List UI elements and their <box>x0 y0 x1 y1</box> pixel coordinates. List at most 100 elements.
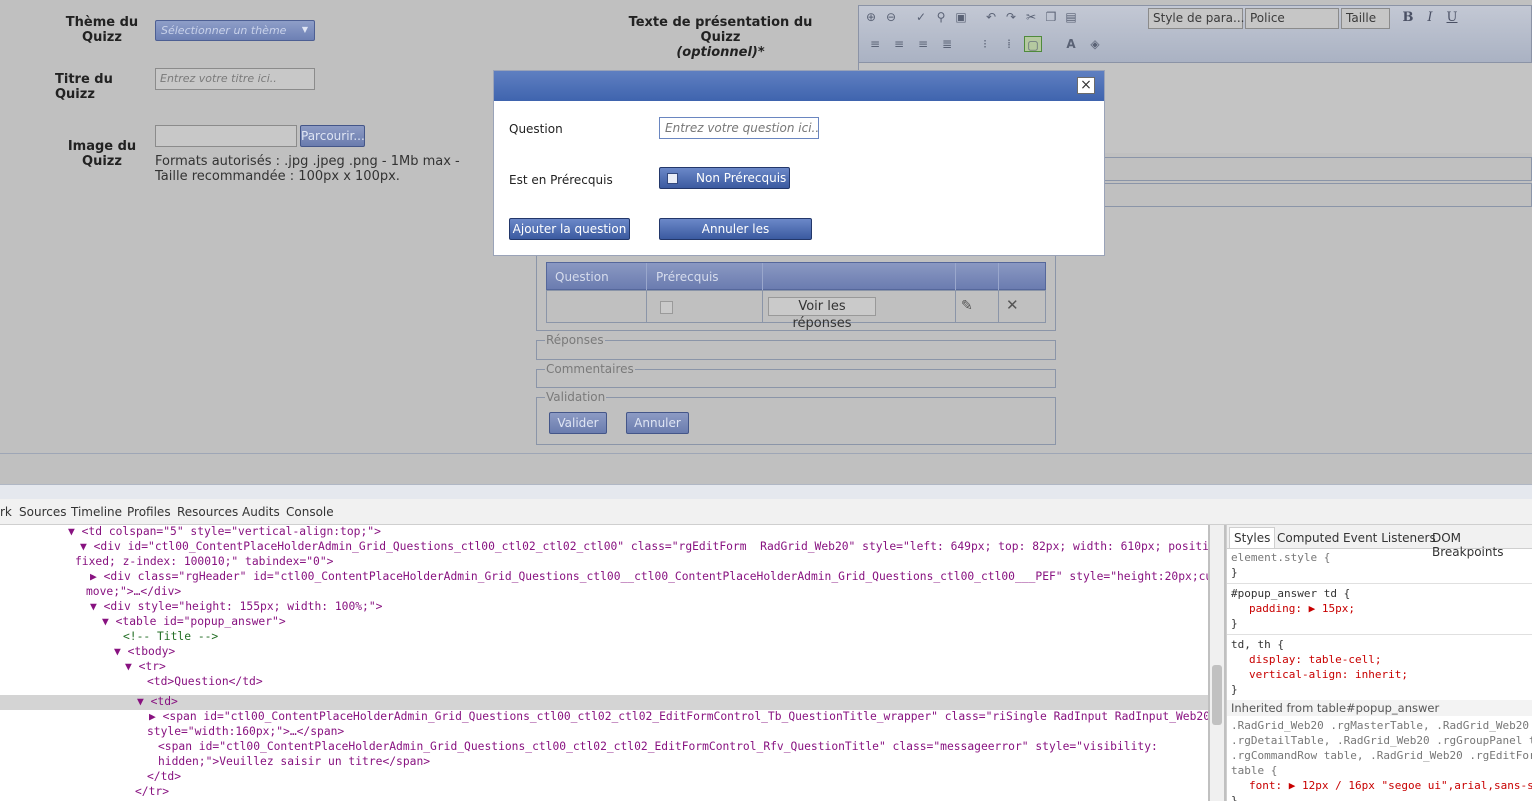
undo-icon[interactable]: ↶ <box>982 9 1000 25</box>
code-line: style="width:160px;">…</span> <box>147 725 345 738</box>
font-dropdown[interactable]: Police <box>1245 8 1339 29</box>
code-line[interactable]: <tr> <box>139 660 166 673</box>
style-separator <box>1227 583 1532 584</box>
align-center-icon[interactable]: ≡ <box>890 36 908 52</box>
code-line[interactable]: <div style="height: 155px; width: 100%;"… <box>104 600 383 613</box>
modal-header[interactable]: × <box>494 71 1104 101</box>
column-prerequis: Prérecquis <box>656 270 719 284</box>
style-property[interactable]: font: ▶ 12px / 16px "segoe ui",arial,san… <box>1249 779 1532 794</box>
cut-icon[interactable]: ✂ <box>1022 9 1040 25</box>
style-rule[interactable]: element.style { <box>1231 551 1330 566</box>
editor-status-bar <box>1090 183 1532 207</box>
edit-pencil-icon[interactable]: ✎ <box>961 298 973 314</box>
tab-network[interactable]: rk <box>0 505 12 519</box>
style-rule[interactable]: .RadGrid_Web20 .rgMasterTable, .RadGrid_… <box>1231 719 1529 734</box>
image-label: Image du Quizz <box>67 139 137 169</box>
size-dropdown[interactable]: Taille <box>1341 8 1390 29</box>
delete-icon[interactable]: ✕ <box>1006 296 1019 314</box>
title-label: Titre du Quizz <box>55 72 113 102</box>
tab-audits[interactable]: Audits <box>242 505 280 519</box>
devtools-tabs: rk Sources Timeline Profiles Resources A… <box>0 499 1532 525</box>
style-rule[interactable]: .rgDetailTable, .RadGrid_Web20 .rgGroupP… <box>1231 734 1532 749</box>
add-question-button[interactable]: Ajouter la question <box>509 218 630 240</box>
tab-styles[interactable]: Styles <box>1229 527 1276 548</box>
style-separator <box>1227 634 1532 635</box>
insert-image-icon[interactable]: ▢ <box>1024 36 1042 52</box>
editor-toolbar-row2: ≡ ≡ ≡ ≣ ⁝ ⁞ ▢ A ◈ <box>866 36 1126 56</box>
prerequis-checkbox[interactable] <box>660 301 673 314</box>
image-file-input[interactable] <box>155 125 297 147</box>
tab-timeline[interactable]: Timeline <box>71 505 122 519</box>
link-icon[interactable]: ⊕ <box>862 9 880 25</box>
code-line[interactable]: <span id="ctl00_ContentPlaceHolderAdmin_… <box>158 740 1158 753</box>
code-line[interactable]: </td> <box>147 770 181 783</box>
elements-panel: ▼ <td colspan="5" style="vertical-align:… <box>0 525 1208 801</box>
validation-fieldset <box>536 397 1056 445</box>
style-rule: } <box>1231 566 1238 579</box>
justify-icon[interactable]: ≣ <box>938 36 956 52</box>
bold-button[interactable]: B <box>1400 10 1416 25</box>
cancel-changes-button[interactable]: Annuler les modifications <box>659 218 812 256</box>
tab-resources[interactable]: Resources <box>177 505 238 519</box>
highlight-icon[interactable]: ◈ <box>1086 36 1104 52</box>
code-line[interactable]: <td>Question</td> <box>147 675 263 688</box>
copy-icon[interactable]: ❐ <box>1042 9 1060 25</box>
code-line[interactable]: <div id="ctl00_ContentPlaceHolderAdmin_G… <box>94 540 1208 553</box>
code-comment[interactable]: <!-- Title --> <box>123 630 218 643</box>
page-divider <box>0 453 1532 454</box>
style-rule[interactable]: td, th { <box>1231 638 1284 653</box>
font-color-icon[interactable]: A <box>1062 36 1080 52</box>
tab-profiles[interactable]: Profiles <box>127 505 171 519</box>
image-info-line1: Formats autorisés : .jpg .jpeg .png - 1M… <box>155 154 460 169</box>
code-line[interactable]: <table id="popup_answer"> <box>116 615 286 628</box>
view-answers-button[interactable]: Voir les réponses <box>768 297 876 331</box>
code-line-selected[interactable]: <td> <box>151 695 178 708</box>
align-left-icon[interactable]: ≡ <box>866 36 884 52</box>
close-icon[interactable]: × <box>1077 77 1095 94</box>
tab-sources[interactable]: Sources <box>19 505 66 519</box>
table-row: Voir les réponses ✎ ✕ <box>546 290 1046 331</box>
validate-button[interactable]: Valider <box>549 412 607 434</box>
styles-tabs: Styles Computed Event Listeners DOM Brea… <box>1227 525 1532 559</box>
tab-dom-breakpoints[interactable]: DOM Breakpoints <box>1432 531 1532 559</box>
align-right-icon[interactable]: ≡ <box>914 36 932 52</box>
questions-grid-header: Question Prérecquis <box>546 262 1046 291</box>
code-line[interactable]: <tbody> <box>128 645 176 658</box>
code-line[interactable]: <span id="ctl00_ContentPlaceHolderAdmin_… <box>163 710 1208 723</box>
paste-icon[interactable]: ▤ <box>1062 9 1080 25</box>
code-line[interactable]: <div class="rgHeader" id="ctl00_ContentP… <box>104 570 1208 583</box>
find-icon[interactable]: ⚲ <box>932 9 950 25</box>
prereq-toggle-label: Non Prérecquis <box>696 171 787 185</box>
style-rule[interactable]: table { <box>1231 764 1277 779</box>
underline-button[interactable]: U <box>1444 10 1460 25</box>
devtools-resize-bar[interactable] <box>0 484 1532 499</box>
tab-computed[interactable]: Computed <box>1277 531 1339 545</box>
redo-icon[interactable]: ↷ <box>1002 9 1020 25</box>
style-rule[interactable]: .rgCommandRow table, .RadGrid_Web20 .rgE… <box>1231 749 1532 764</box>
scrollbar-thumb[interactable] <box>1212 665 1222 725</box>
question-input[interactable]: Entrez votre question ici.. <box>659 117 819 139</box>
cancel-button[interactable]: Annuler <box>626 412 689 434</box>
spellcheck-icon[interactable]: ✓ <box>912 9 930 25</box>
style-property[interactable]: display: table-cell; <box>1249 653 1381 668</box>
theme-select[interactable]: Sélectionner un thème ▼ <box>155 20 315 41</box>
code-line[interactable]: </tr> <box>135 785 169 798</box>
inherited-from-label[interactable]: Inherited from table#popup_answer <box>1231 701 1439 716</box>
code-line[interactable]: <td colspan="5" style="vertical-align:to… <box>82 525 381 538</box>
modal-prereq-label: Est en Prérecquis <box>509 173 613 187</box>
ordered-list-icon[interactable]: ⁝ <box>976 36 994 52</box>
style-property[interactable]: vertical-align: inherit; <box>1249 668 1408 683</box>
italic-button[interactable]: I <box>1422 10 1438 25</box>
title-input[interactable]: Entrez votre titre ici.. <box>155 68 315 90</box>
select-all-icon[interactable]: ▣ <box>952 9 970 25</box>
elements-scrollbar[interactable] <box>1210 525 1224 801</box>
unlink-icon[interactable]: ⊖ <box>882 9 900 25</box>
style-rule[interactable]: #popup_answer td { <box>1231 587 1350 602</box>
paragraph-style-dropdown[interactable]: Style de para... <box>1148 8 1244 29</box>
tab-console[interactable]: Console <box>286 505 334 519</box>
browse-button[interactable]: Parcourir... <box>300 125 365 147</box>
style-property[interactable]: padding: ▶ 15px; <box>1249 602 1355 617</box>
tab-event-listeners[interactable]: Event Listeners <box>1343 531 1436 545</box>
unordered-list-icon[interactable]: ⁞ <box>1000 36 1018 52</box>
prereq-toggle-button[interactable]: Non Prérecquis <box>659 167 790 189</box>
